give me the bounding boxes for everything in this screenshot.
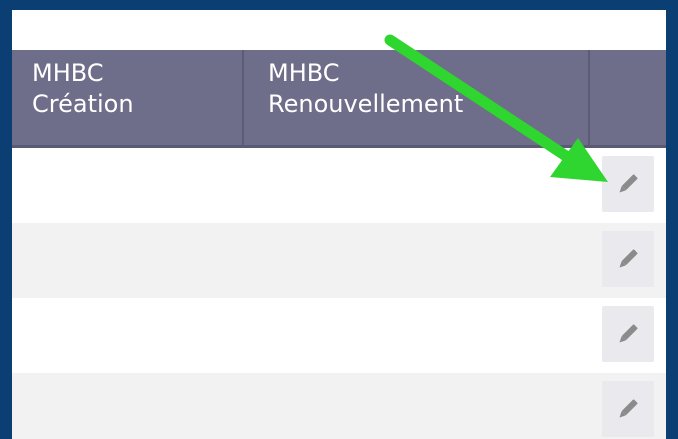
table-header: MHBC Création MHBC Renouvellement bbox=[12, 50, 666, 148]
pencil-icon bbox=[619, 249, 638, 268]
edit-button-row-1[interactable] bbox=[602, 156, 654, 212]
table-row bbox=[12, 373, 666, 439]
pencil-icon bbox=[619, 324, 638, 343]
edit-button-row-4[interactable] bbox=[602, 381, 654, 437]
pencil-icon bbox=[619, 399, 638, 418]
screenshot-frame: MHBC Création MHBC Renouvellement bbox=[0, 0, 678, 439]
pencil-icon bbox=[619, 174, 638, 193]
table-row bbox=[12, 223, 666, 298]
column-header-line2: Création bbox=[32, 90, 134, 118]
table-viewport: MHBC Création MHBC Renouvellement bbox=[12, 10, 666, 439]
column-header-line2: Renouvellement bbox=[268, 90, 464, 118]
column-header-mhbc-creation[interactable]: MHBC Création bbox=[12, 50, 244, 145]
column-header-actions bbox=[590, 50, 666, 145]
edit-button-row-2[interactable] bbox=[602, 231, 654, 287]
column-header-mhbc-renouvellement[interactable]: MHBC Renouvellement bbox=[244, 50, 590, 145]
table-row bbox=[12, 148, 666, 223]
edit-button-row-3[interactable] bbox=[602, 306, 654, 362]
column-header-line1: MHBC bbox=[268, 59, 340, 87]
column-header-line1: MHBC bbox=[32, 59, 104, 87]
table-row bbox=[12, 298, 666, 373]
